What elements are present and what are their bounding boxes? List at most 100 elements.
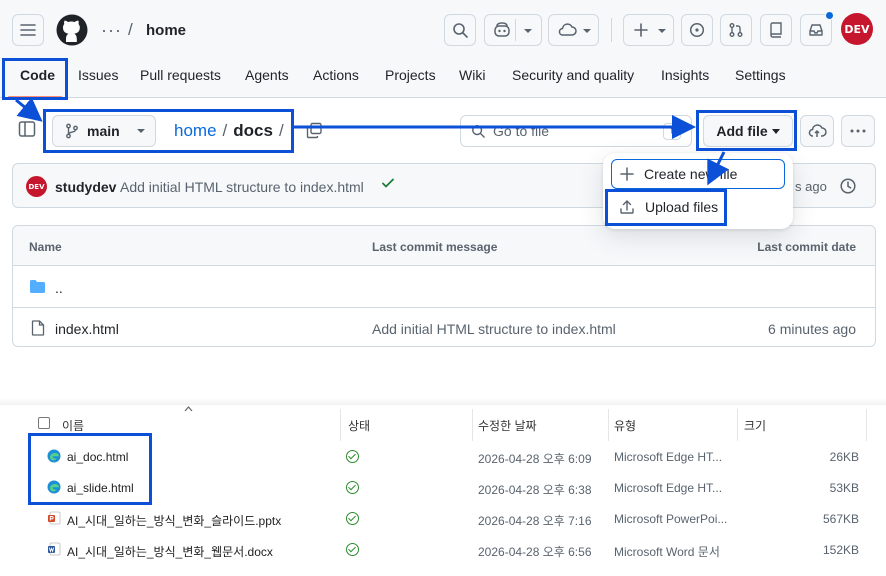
active-tab-indicator: [8, 96, 62, 98]
breadcrumb-separator: /: [128, 20, 133, 39]
explorer-file-name[interactable]: ai_slide.html: [67, 481, 134, 495]
tab-agents[interactable]: Agents: [245, 67, 289, 83]
explorer-type: Microsoft Word 문서: [614, 545, 720, 559]
file-name[interactable]: ..: [55, 280, 63, 296]
search-button[interactable]: [444, 14, 476, 46]
explorer-file-name[interactable]: AI_시대_일하는_방식_변화_웹문서.docx: [67, 543, 273, 560]
column-divider[interactable]: [340, 409, 341, 441]
history-icon[interactable]: [839, 177, 857, 195]
explorer-modified: 2026-04-28 오후 7:16: [478, 514, 592, 528]
pull-request-icon: [729, 23, 743, 37]
codespaces-button[interactable]: [548, 14, 599, 46]
copy-icon: [306, 122, 322, 139]
column-divider[interactable]: [472, 409, 473, 441]
tab-issues[interactable]: Issues: [78, 67, 118, 83]
search-icon: [453, 23, 468, 38]
list-item[interactable]: ai_slide.html 2026-04-28 오후 6:38 Microso…: [0, 472, 886, 503]
column-last-commit-date: Last commit date: [757, 240, 856, 254]
column-status[interactable]: 상태: [348, 417, 370, 434]
explorer-size: 26KB: [829, 450, 859, 464]
add-file-button[interactable]: Add file: [703, 115, 793, 147]
menu-item-upload-files[interactable]: Upload files: [611, 192, 785, 222]
list-item[interactable]: AI_시대_일하는_방식_변화_웹문서.docx 2026-04-28 오후 6…: [0, 534, 886, 565]
powerpoint-icon: [48, 511, 61, 525]
more-options-button[interactable]: [841, 115, 875, 147]
explorer-size: 567KB: [822, 512, 859, 526]
hamburger-icon: [20, 24, 36, 36]
chevron-down-icon: [524, 29, 532, 33]
menu-item-create-new-file[interactable]: Create new file: [611, 159, 785, 189]
github-logo-icon[interactable]: [56, 14, 88, 46]
notification-dot: [825, 11, 834, 20]
explorer-file-name[interactable]: AI_시대_일하는_방식_변화_슬라이드.pptx: [67, 512, 281, 529]
table-row-parent-dir[interactable]: ..: [13, 267, 875, 307]
explorer-column-header: 이름 상태 수정한 날짜 유형 크기: [0, 405, 886, 441]
breadcrumb-repo-link[interactable]: home: [146, 22, 186, 39]
tab-pull-requests[interactable]: Pull requests: [140, 67, 221, 83]
table-row[interactable]: index.html Add initial HTML structure to…: [13, 307, 875, 346]
kebab-horizontal-icon: [850, 129, 866, 133]
git-branch-icon: [66, 123, 78, 139]
column-size[interactable]: 크기: [744, 417, 766, 434]
copilot-icon: [494, 22, 510, 37]
tab-projects[interactable]: Projects: [385, 67, 436, 83]
issue-circle-icon: [689, 22, 705, 38]
file-name[interactable]: index.html: [55, 321, 119, 337]
copy-path-button[interactable]: [306, 122, 323, 142]
explorer-type: Microsoft PowerPoi...: [614, 512, 728, 526]
column-type[interactable]: 유형: [614, 417, 636, 434]
branch-selector[interactable]: main: [52, 115, 156, 147]
tab-insights[interactable]: Insights: [661, 67, 709, 83]
breadcrumb-more[interactable]: ···: [101, 20, 122, 41]
cloud-upload-icon: [808, 124, 827, 137]
column-modified[interactable]: 수정한 날짜: [478, 417, 537, 434]
tab-settings[interactable]: Settings: [735, 67, 786, 83]
edge-icon: [47, 480, 61, 494]
commit-author-avatar[interactable]: DEV: [26, 176, 47, 197]
commit-time: s ago: [795, 179, 827, 194]
tab-code[interactable]: Code: [20, 67, 55, 83]
repo-icon: [770, 22, 782, 38]
tab-security[interactable]: Security and quality: [512, 67, 634, 83]
search-icon: [472, 125, 485, 138]
codespace-upload-button[interactable]: [800, 115, 834, 147]
list-item[interactable]: ai_doc.html 2026-04-28 오후 6:09 Microsoft…: [0, 441, 886, 472]
list-item[interactable]: AI_시대_일하는_방식_변화_슬라이드.pptx 2026-04-28 오후 …: [0, 503, 886, 534]
arrow-code-to-path: [15, 97, 43, 122]
tab-actions[interactable]: Actions: [313, 67, 359, 83]
plus-icon: [620, 167, 634, 181]
branch-name: main: [87, 123, 120, 139]
path-repo-link[interactable]: home: [174, 121, 217, 140]
expand-file-tree-button[interactable]: [18, 120, 38, 140]
explorer-file-name[interactable]: ai_doc.html: [67, 450, 128, 464]
plus-icon: [634, 23, 648, 37]
select-all-checkbox[interactable]: [38, 417, 50, 429]
explorer-size: 53KB: [829, 481, 859, 495]
column-divider[interactable]: [608, 409, 609, 441]
sync-ok-icon: [346, 450, 359, 463]
column-name[interactable]: 이름: [62, 417, 84, 434]
go-to-file-input[interactable]: Go to file t: [460, 115, 692, 147]
chevron-down-icon: [658, 29, 666, 33]
upload-icon: [620, 200, 634, 214]
column-divider[interactable]: [737, 409, 738, 441]
caret-down-icon: [136, 129, 145, 133]
menu-button[interactable]: [12, 14, 44, 46]
issues-button[interactable]: [681, 14, 713, 46]
sync-ok-icon: [346, 481, 359, 494]
pull-requests-button[interactable]: [720, 14, 752, 46]
user-avatar[interactable]: DEV: [841, 13, 873, 45]
file-path-breadcrumb: home / docs /: [174, 121, 290, 141]
commit-message[interactable]: Add initial HTML structure to index.html: [120, 179, 364, 195]
commit-author[interactable]: studydev: [55, 179, 116, 195]
create-new-button[interactable]: [623, 14, 674, 46]
repositories-button[interactable]: [760, 14, 792, 46]
file-commit-message[interactable]: Add initial HTML structure to index.html: [372, 321, 616, 337]
tab-wiki[interactable]: Wiki: [459, 67, 485, 83]
file-table-header: Name Last commit message Last commit dat…: [13, 226, 875, 266]
copilot-button[interactable]: [484, 14, 542, 46]
file-icon: [31, 320, 45, 336]
edge-icon: [47, 449, 61, 463]
check-icon: [382, 178, 394, 188]
column-divider[interactable]: [866, 409, 867, 441]
